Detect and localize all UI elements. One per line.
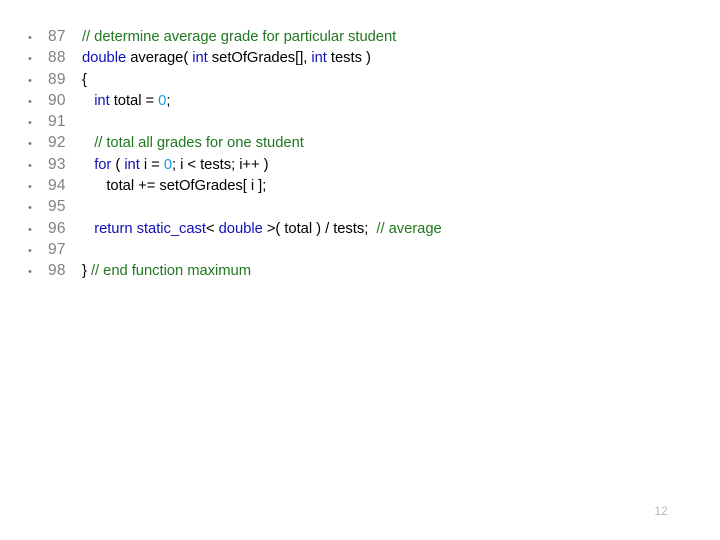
code-token-plain: i = [139, 156, 164, 173]
code-line: • 90 int total = 0; [0, 90, 700, 111]
code-line-text: // determine average grade for particula… [82, 27, 700, 48]
code-line-text: return static_cast< double >( total ) / … [82, 219, 700, 240]
bullet-icon: • [28, 95, 32, 108]
code-line-text: double average( int setOfGrades[], int t… [82, 48, 700, 69]
code-line-text: total += setOfGrades[ i ]; [82, 176, 700, 197]
code-line-text: for ( int i = 0; i < tests; i++ ) [82, 155, 700, 176]
code-token-plain: ; i < tests; i++ ) [172, 156, 269, 173]
bullet-icon: • [28, 202, 32, 215]
code-line: • 93 for ( int i = 0; i < tests; i++ ) [0, 154, 700, 175]
code-line: • 91 [0, 111, 700, 132]
code-token-plain: { [82, 71, 87, 88]
line-number: 96 [48, 219, 66, 237]
line-number: 90 [48, 91, 66, 109]
code-line: • 95 [0, 196, 700, 217]
line-number: 92 [48, 134, 66, 152]
bullet-icon: • [28, 244, 32, 257]
code-token-plain: < [205, 220, 219, 237]
bullet-icon: • [28, 74, 32, 87]
bullet-icon: • [28, 53, 32, 66]
code-token-plain: average( [126, 50, 193, 67]
code-token-plain: total += setOfGrades[ i ]; [82, 178, 267, 195]
line-number: 87 [48, 28, 66, 45]
line-number: 93 [48, 155, 66, 173]
slide-number: 12 [654, 504, 668, 518]
code-token-keyword: int [124, 156, 140, 173]
code-token-keyword: return static_cast [94, 220, 206, 237]
code-line: • 96 return static_cast< double >( total … [0, 218, 700, 239]
code-line: • 98} // end function maximum [0, 260, 700, 281]
slide-canvas: • 87 // determine average grade for partic… [0, 0, 720, 540]
code-listing: • 87 // determine average grade for partic… [0, 26, 700, 282]
line-number: 88 [48, 49, 66, 67]
code-line: • 94 total += setOfGrades[ i ]; [0, 175, 700, 196]
code-line-text: } // end function maximum [82, 261, 700, 282]
code-token-plain: } [82, 263, 91, 280]
code-line: • 92 // total all grades for one student [0, 132, 700, 153]
code-line: • 97 [0, 239, 700, 260]
code-token-comment: // determine average grade for particula… [82, 29, 397, 45]
code-line: • 88 double average( int setOfGrades[], in… [0, 47, 700, 68]
code-token-comment: // end function maximum [90, 263, 251, 280]
line-number: 94 [48, 177, 66, 195]
bullet-icon: • [28, 223, 32, 236]
code-token-comment: // total all grades for one student [94, 135, 304, 152]
code-line-text: { [82, 70, 700, 91]
code-token-number: 0 [163, 156, 172, 173]
bullet-icon: • [28, 117, 32, 130]
code-token-comment: // average [376, 220, 442, 237]
code-line-text: // total all grades for one student [82, 133, 700, 154]
code-token-keyword: int [311, 50, 327, 67]
code-token-keyword: double [82, 50, 127, 67]
line-number: 98 [48, 262, 66, 280]
code-line-text: int total = 0; [82, 91, 700, 112]
code-token-plain: setOfGrades[], [207, 50, 312, 67]
line-number: 95 [48, 198, 66, 216]
code-token-keyword: double [218, 220, 263, 237]
bullet-icon: • [28, 32, 32, 44]
code-token-plain: ( [111, 156, 125, 173]
line-number: 97 [48, 240, 66, 258]
code-token-keyword: int [192, 50, 208, 67]
code-token-keyword: for [94, 156, 112, 173]
bullet-icon: • [28, 181, 32, 194]
line-number: 91 [48, 113, 66, 131]
bullet-icon: • [28, 138, 32, 151]
code-token-plain: >( total ) / tests; [262, 220, 377, 237]
code-token-keyword: int [94, 92, 110, 109]
bullet-icon: • [28, 266, 32, 279]
code-token-plain: ; [166, 92, 171, 109]
code-token-plain: tests ) [326, 50, 371, 67]
bullet-icon: • [28, 159, 32, 172]
code-token-plain: total = [109, 92, 159, 109]
code-line: • 89 { [0, 69, 700, 90]
line-number: 89 [48, 70, 66, 88]
code-line: • 87 // determine average grade for partic… [0, 26, 700, 47]
